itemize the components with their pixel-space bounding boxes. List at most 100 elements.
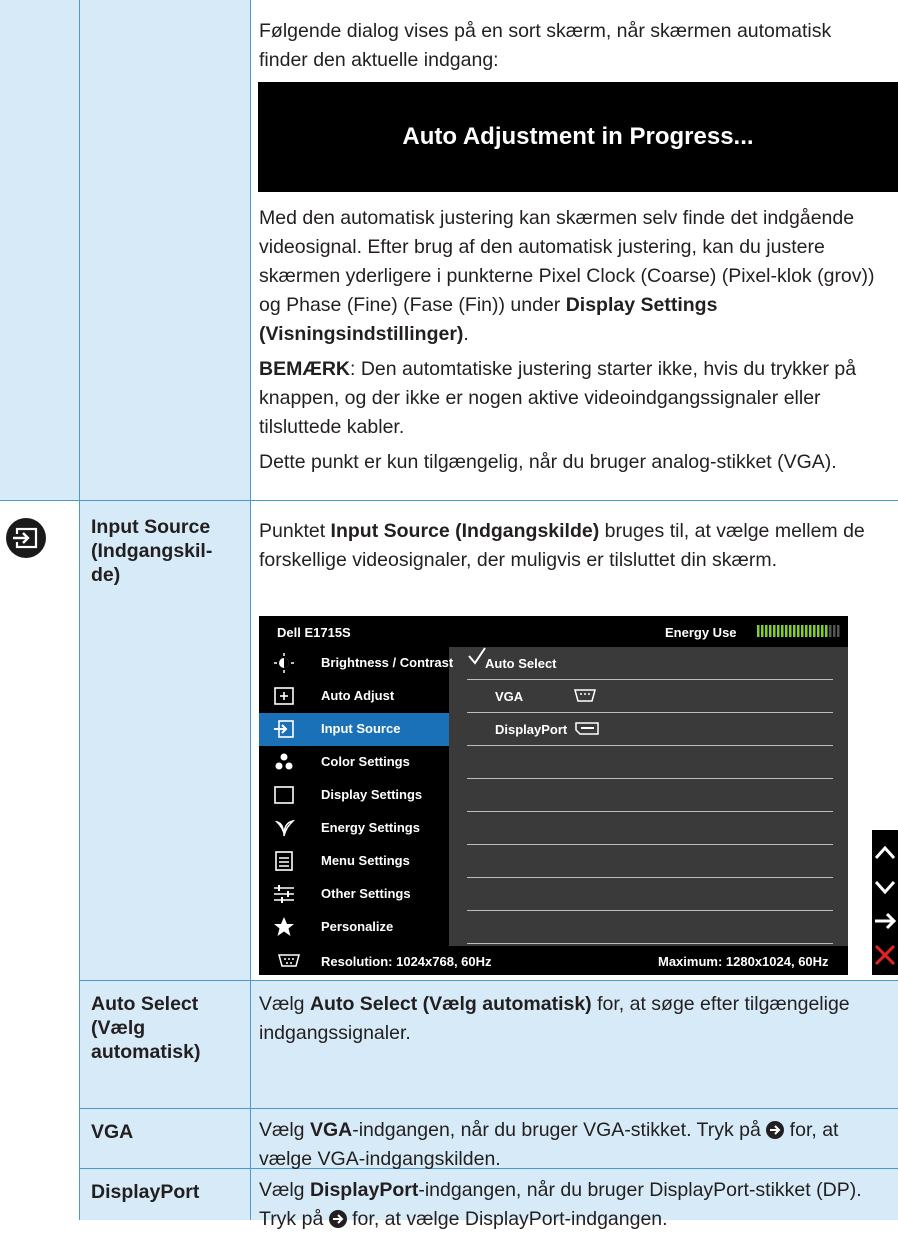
energy-segment: [793, 625, 796, 637]
desc-text: Vælg: [259, 993, 310, 1015]
osd-menu-item[interactable]: Input Source: [259, 713, 449, 746]
osd-menu-item-label: Color Settings: [321, 754, 410, 769]
energy-segment: [761, 625, 764, 637]
other-settings-icon: [273, 884, 295, 904]
label-line: Input Source: [91, 516, 211, 538]
energy-segment: [789, 625, 792, 637]
energy-segment: [833, 625, 836, 637]
energy-segment: [813, 625, 816, 637]
energy-segment: [817, 625, 820, 637]
energy-segment: [765, 625, 768, 637]
row-auto-adjust-label-cell: [79, 0, 250, 500]
osd-resolution: Resolution: 1024x768, 60Hz: [321, 954, 492, 969]
label-line: (Vælg: [91, 1017, 146, 1039]
manual-page: Følgende dialog vises på en sort skærm, …: [0, 0, 898, 1230]
label-line: Auto Select: [91, 993, 199, 1015]
energy-settings-icon: [273, 818, 296, 838]
auto-adjust-icon: [273, 686, 295, 706]
label-line: VGA: [91, 1121, 134, 1143]
energy-segment: [773, 625, 776, 637]
osd-menu-item-label: Energy Settings: [321, 820, 420, 835]
energy-segment: [781, 625, 784, 637]
note-paragraph: BEMÆRK: Den automtatiske justering start…: [259, 355, 889, 442]
osd-submenu-item-label: DisplayPort: [495, 722, 568, 737]
energy-segment: [805, 625, 808, 637]
osd-submenu-item-label: VGA: [495, 689, 524, 704]
lower-label-column: [79, 500, 250, 1220]
vga-label: VGA: [91, 1120, 246, 1144]
right-circle-arrow-icon: [766, 1121, 785, 1139]
energy-meter: [757, 625, 840, 637]
table-vline: [79, 0, 80, 1220]
energy-segment: [801, 625, 804, 637]
vga-ref: VGA: [309, 1119, 353, 1141]
vga-description: Vælg VGA-indgangen, når du bruger VGA-st…: [259, 1116, 889, 1174]
auto-adjust-paragraph: Med den automatisk justering kan skærmen…: [259, 204, 889, 349]
osd-menu-item-label: Other Settings: [321, 886, 411, 901]
input-source-description: Punktet Input Source (Indgangskilde) bru…: [259, 517, 889, 575]
osd-menu-item[interactable]: Auto Adjust: [259, 680, 449, 713]
dialog-message: Auto Adjustment in Progress...: [402, 123, 754, 150]
input-source-ref: Input Source (Indgangskilde): [330, 520, 600, 542]
star-icon: [273, 917, 295, 937]
vga-connector-icon: [278, 954, 300, 967]
osd-menu-item[interactable]: Personalize: [259, 911, 449, 944]
osd-menu-item-label: Personalize: [321, 919, 394, 934]
input-source-icon: [273, 719, 295, 739]
osd-menu-item[interactable]: Color Settings: [259, 746, 449, 779]
up-icon[interactable]: [872, 840, 898, 866]
displayport-ref: DisplayPort: [309, 1179, 419, 1201]
osd-footer: Resolution: 1024x768, 60Hz Maximum: 1280…: [259, 946, 848, 975]
table-hline: [0, 500, 898, 501]
auto-select-ref: Auto Select (Vælg automatisk): [309, 993, 592, 1015]
intro-paragraph: Følgende dialog vises på en sort skærm, …: [259, 20, 832, 71]
table-hline: [79, 1108, 898, 1109]
displayport-description: Vælg DisplayPort-indgangen, når du bruge…: [259, 1176, 889, 1234]
osd-submenu-divider: [467, 778, 833, 779]
osd-submenu-item[interactable]: Auto Select: [467, 647, 833, 679]
energy-segment: [821, 625, 824, 637]
desc-text: -indgangen, når du bruger VGA-stikket. T…: [352, 1119, 767, 1141]
osd-menu-item-label: Menu Settings: [321, 853, 410, 868]
table-hline: [79, 980, 898, 981]
brightness-icon: [273, 653, 295, 673]
auto-adjust-description: Med den automatisk justering kan skærmen…: [259, 204, 889, 477]
osd-submenu-divider: [467, 745, 833, 746]
osd-menu-item-label: Brightness / Contrast: [321, 655, 454, 670]
osd-submenu-item[interactable]: DisplayPort: [467, 713, 833, 745]
desc-text: Punktet: [259, 520, 331, 542]
display-settings-icon: [273, 785, 295, 805]
osd-menu-item-label: Input Source: [321, 721, 401, 736]
osd-model-name: Dell E1715S: [277, 625, 351, 640]
intro-text: Følgende dialog vises på en sort skærm, …: [259, 17, 879, 75]
energy-segment: [769, 625, 772, 637]
osd-header: Dell E1715S Energy Use: [259, 616, 848, 647]
osd-menu-item[interactable]: Energy Settings: [259, 812, 449, 845]
energy-segment: [797, 625, 800, 637]
table-vline: [250, 0, 251, 1220]
osd-menu-item[interactable]: Display Settings: [259, 779, 449, 812]
osd-submenu-divider: [467, 943, 833, 944]
right-arrow-icon[interactable]: [872, 908, 898, 934]
energy-segment: [829, 625, 832, 637]
auto-select-description: Vælg Auto Select (Vælg automatisk) for, …: [259, 990, 889, 1048]
desc-text: for, at vælge DisplayPort-indgangen.: [346, 1208, 668, 1230]
osd-menu-item[interactable]: Menu Settings: [259, 845, 449, 878]
close-icon[interactable]: [872, 942, 898, 968]
down-icon[interactable]: [872, 874, 898, 900]
osd-menu-item-label: Display Settings: [321, 787, 423, 802]
osd-menu-item[interactable]: Brightness / Contrast: [259, 647, 453, 680]
energy-segment: [825, 625, 828, 637]
osd-main-menu: Brightness / Contrast Auto Adjust Input So…: [259, 647, 453, 946]
osd-submenu-divider: [467, 811, 833, 812]
energy-segment: [809, 625, 812, 637]
osd-submenu-divider: [467, 910, 833, 911]
auto-select-paragraph: Vælg Auto Select (Vælg automatisk) for, …: [259, 990, 889, 1048]
input-source-paragraph: Punktet Input Source (Indgangskilde) bru…: [259, 517, 889, 575]
osd-menu-item[interactable]: Other Settings: [259, 878, 449, 911]
displayport-label: DisplayPort: [91, 1180, 246, 1204]
desc-text: Vælg: [259, 1179, 310, 1201]
osd-submenu-item[interactable]: VGA: [467, 680, 833, 712]
osd-submenu-divider: [467, 877, 833, 878]
desc-text: Vælg: [259, 1119, 310, 1141]
